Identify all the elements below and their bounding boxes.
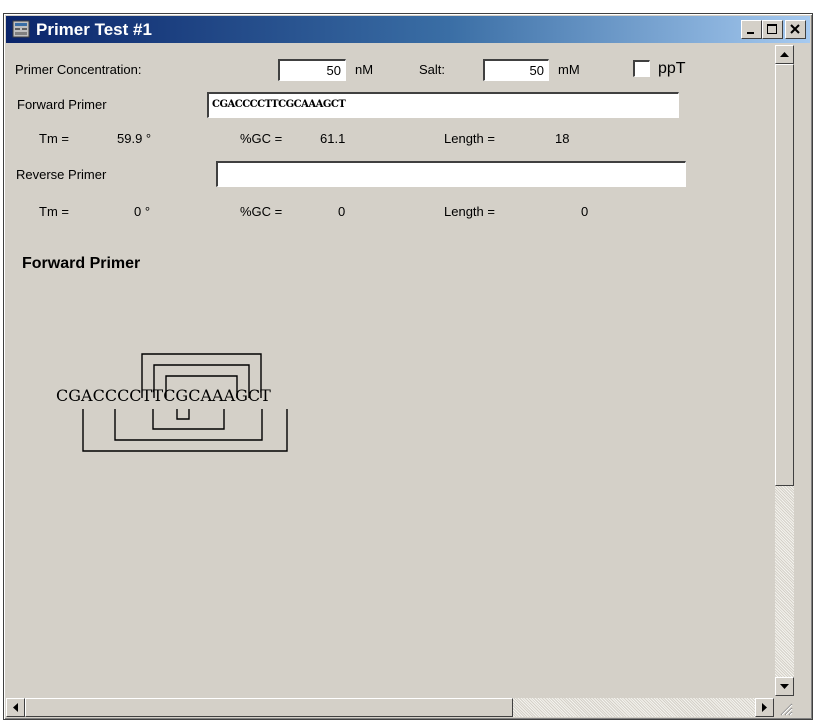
lower-brackets [82, 409, 288, 452]
resize-grip-icon [780, 703, 793, 716]
primer-test-window: Primer Test #1 Primer Concentration: 50 … [3, 13, 813, 720]
title-bar[interactable]: Primer Test #1 [6, 16, 810, 43]
diagram-sequence: CGACCCCTTCGCAAAGCT [56, 386, 271, 405]
minimize-button[interactable] [741, 20, 762, 39]
scroll-left-icon [13, 703, 18, 712]
horizontal-scrollbar[interactable] [6, 698, 774, 717]
close-button[interactable] [785, 20, 806, 39]
minimize-icon [747, 32, 754, 34]
scroll-up-icon [780, 52, 789, 57]
close-icon [790, 24, 800, 34]
scroll-down-icon [780, 684, 789, 689]
scroll-down-button[interactable] [775, 677, 794, 696]
app-window-icon [12, 20, 30, 38]
scroll-right-button[interactable] [755, 698, 774, 717]
vertical-scrollbar[interactable] [775, 45, 794, 696]
scroll-left-button[interactable] [6, 698, 25, 717]
maximize-icon [767, 24, 777, 34]
scroll-right-icon [762, 703, 767, 712]
client-area: Primer Concentration: 50 nM Salt: 50 mM … [6, 45, 774, 696]
window-title: Primer Test #1 [36, 20, 152, 39]
vertical-scroll-thumb[interactable] [775, 64, 794, 486]
scroll-up-button[interactable] [775, 45, 794, 64]
horizontal-scroll-thumb[interactable] [25, 698, 513, 717]
resize-grip[interactable] [775, 698, 794, 717]
hairpin-diagram: CGACCCCTTCGCAAAGCT [56, 353, 288, 452]
maximize-button[interactable] [762, 20, 783, 39]
